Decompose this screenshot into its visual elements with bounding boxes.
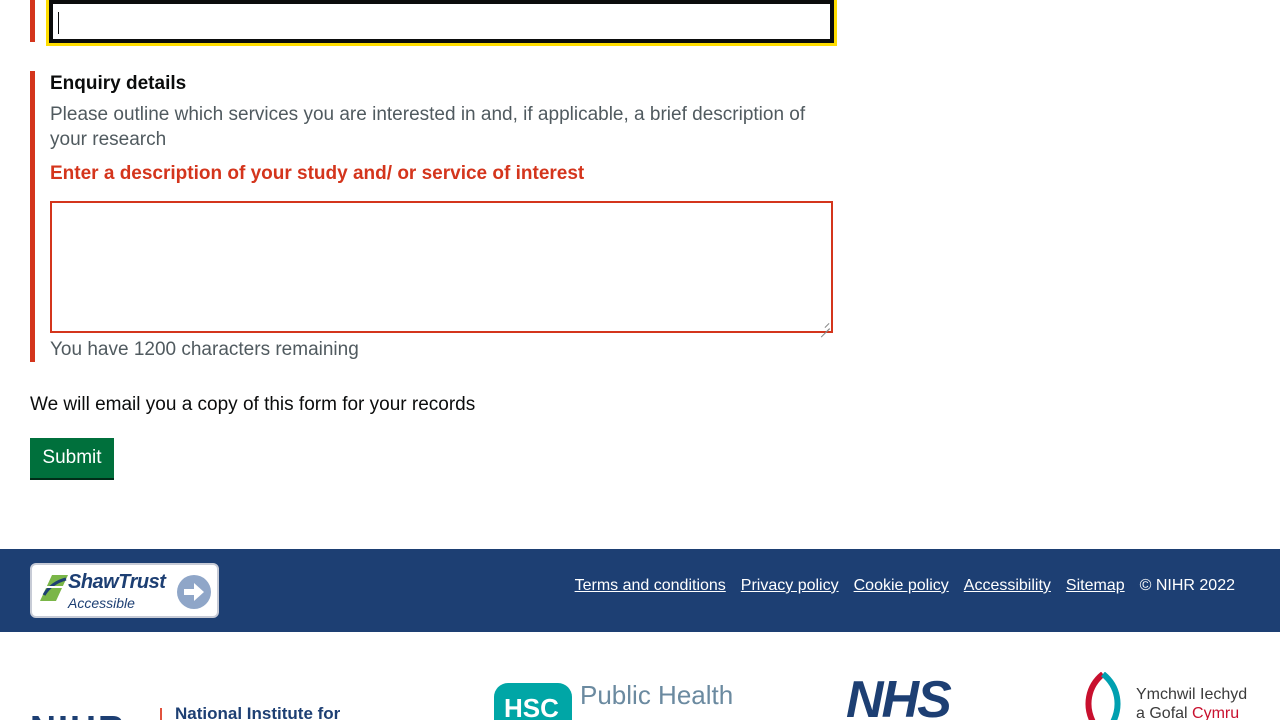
- shaw-trust-accessible-badge[interactable]: ShawTrust Accessible: [30, 563, 219, 618]
- footer-link-sitemap[interactable]: Sitemap: [1066, 577, 1125, 595]
- text-input-focused[interactable]: [46, 0, 837, 46]
- enquiry-details-textarea[interactable]: [50, 201, 833, 333]
- shaw-trust-subtitle: Accessible: [68, 595, 135, 611]
- error-indicator-bar: [30, 0, 35, 42]
- error-indicator-bar: [30, 71, 35, 362]
- enquiry-details-label: Enquiry details: [50, 73, 187, 94]
- footer-links: Terms and conditions Privacy policy Cook…: [575, 577, 1235, 595]
- nhs-logo[interactable]: NHS: [846, 670, 952, 720]
- footer-link-privacy[interactable]: Privacy policy: [741, 577, 839, 595]
- health-care-research-wales-logo-icon[interactable]: [1080, 672, 1126, 720]
- nihr-divider: [160, 708, 162, 720]
- footer-link-accessibility[interactable]: Accessibility: [964, 577, 1051, 595]
- partner-logos: NIHR National Institute for HSC Public H…: [0, 632, 1280, 720]
- footer-link-cookie[interactable]: Cookie policy: [854, 577, 949, 595]
- public-health-agency-text: Public Health: [580, 680, 734, 710]
- text-caret: [58, 12, 59, 34]
- submit-button[interactable]: Submit: [30, 438, 114, 478]
- enquiry-error-message: Enter a description of your study and/ o…: [50, 163, 585, 184]
- shaw-trust-title: ShawTrust: [68, 571, 166, 593]
- nihr-wordmark: NIHR: [30, 708, 126, 720]
- enquiry-details-hint: Please outline which services you are in…: [50, 104, 806, 150]
- ymchwil-line-1: Ymchwil Iechyd: [1136, 686, 1248, 703]
- copyright: © NIHR 2022: [1139, 577, 1235, 594]
- hsc-badge-text: HSC: [504, 693, 559, 720]
- hsc-logo[interactable]: HSC: [494, 683, 572, 720]
- arrow-right-icon: [177, 575, 211, 609]
- ymchwil-line-2a: a Gofal: [1136, 705, 1193, 720]
- site-footer: ShawTrust Accessible Terms and condition…: [0, 549, 1280, 632]
- ymchwil-line-2b: Cymru: [1192, 705, 1240, 720]
- ymchwil-line-2: a Gofal Cymru: [1136, 705, 1239, 720]
- email-copy-note: We will email you a copy of this form fo…: [30, 394, 476, 415]
- shaw-trust-leaf-icon: [40, 575, 68, 601]
- character-counter: You have 1200 characters remaining: [50, 339, 359, 360]
- nihr-name: National Institute for: [175, 704, 341, 720]
- footer-link-terms[interactable]: Terms and conditions: [575, 577, 726, 595]
